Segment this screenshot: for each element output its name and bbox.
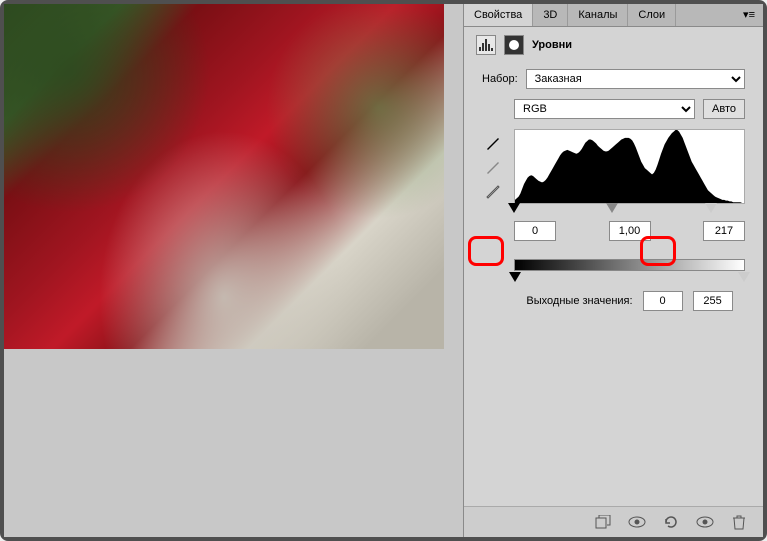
levels-icon	[476, 35, 496, 55]
channel-select[interactable]: RGB	[514, 99, 695, 119]
auto-button[interactable]: Авто	[703, 99, 745, 119]
input-white-slider[interactable]	[705, 203, 717, 213]
preset-label: Набор:	[482, 73, 518, 85]
output-black-field[interactable]	[643, 291, 683, 311]
tab-channels[interactable]: Каналы	[568, 4, 628, 26]
panel-footer	[464, 506, 763, 537]
input-slider-track	[514, 203, 745, 217]
panel-tabs: Свойства 3D Каналы Слои ▾≡	[464, 4, 763, 27]
output-white-field[interactable]	[693, 291, 733, 311]
input-values	[514, 221, 745, 241]
tab-properties[interactable]: Свойства	[464, 4, 533, 26]
canvas-image[interactable]	[4, 4, 444, 349]
output-row: Выходные значения:	[514, 291, 745, 311]
input-gamma-slider[interactable]	[606, 203, 618, 213]
histogram-section: Выходные значения:	[482, 129, 745, 311]
panel-header: Уровни	[464, 27, 763, 63]
input-black-slider[interactable]	[508, 203, 520, 213]
tab-3d[interactable]: 3D	[533, 4, 568, 26]
eyedroppers	[482, 134, 504, 200]
eyedropper-black-icon[interactable]	[482, 134, 504, 152]
output-label: Выходные значения:	[526, 295, 632, 307]
preset-row: Набор: Заказная	[482, 69, 745, 89]
panel-content: Набор: Заказная RGB Авто	[464, 63, 763, 506]
tab-layers[interactable]: Слои	[628, 4, 676, 26]
canvas-area	[4, 4, 463, 537]
input-black-field[interactable]	[514, 221, 556, 241]
panel-title: Уровни	[532, 39, 572, 51]
eyedropper-white-icon[interactable]	[482, 182, 504, 200]
output-black-slider[interactable]	[509, 272, 521, 282]
preset-select[interactable]: Заказная	[526, 69, 745, 89]
eyedropper-gray-icon[interactable]	[482, 158, 504, 176]
app-window: Свойства 3D Каналы Слои ▾≡ Уровни Набор:…	[0, 0, 767, 541]
properties-panel: Свойства 3D Каналы Слои ▾≡ Уровни Набор:…	[463, 4, 763, 537]
mask-icon[interactable]	[504, 35, 524, 55]
output-gradient	[514, 259, 745, 271]
histogram-area: Выходные значения:	[514, 129, 745, 311]
visibility-icon[interactable]	[627, 513, 647, 531]
input-white-field[interactable]	[703, 221, 745, 241]
input-gamma-field[interactable]	[609, 221, 651, 241]
output-white-slider[interactable]	[738, 272, 750, 282]
channel-row: RGB Авто	[482, 99, 745, 119]
clip-icon[interactable]	[593, 513, 613, 531]
panel-menu-icon[interactable]: ▾≡	[735, 4, 763, 26]
trash-icon[interactable]	[729, 513, 749, 531]
visibility2-icon[interactable]	[695, 513, 715, 531]
reset-icon[interactable]	[661, 513, 681, 531]
histogram	[514, 129, 745, 204]
